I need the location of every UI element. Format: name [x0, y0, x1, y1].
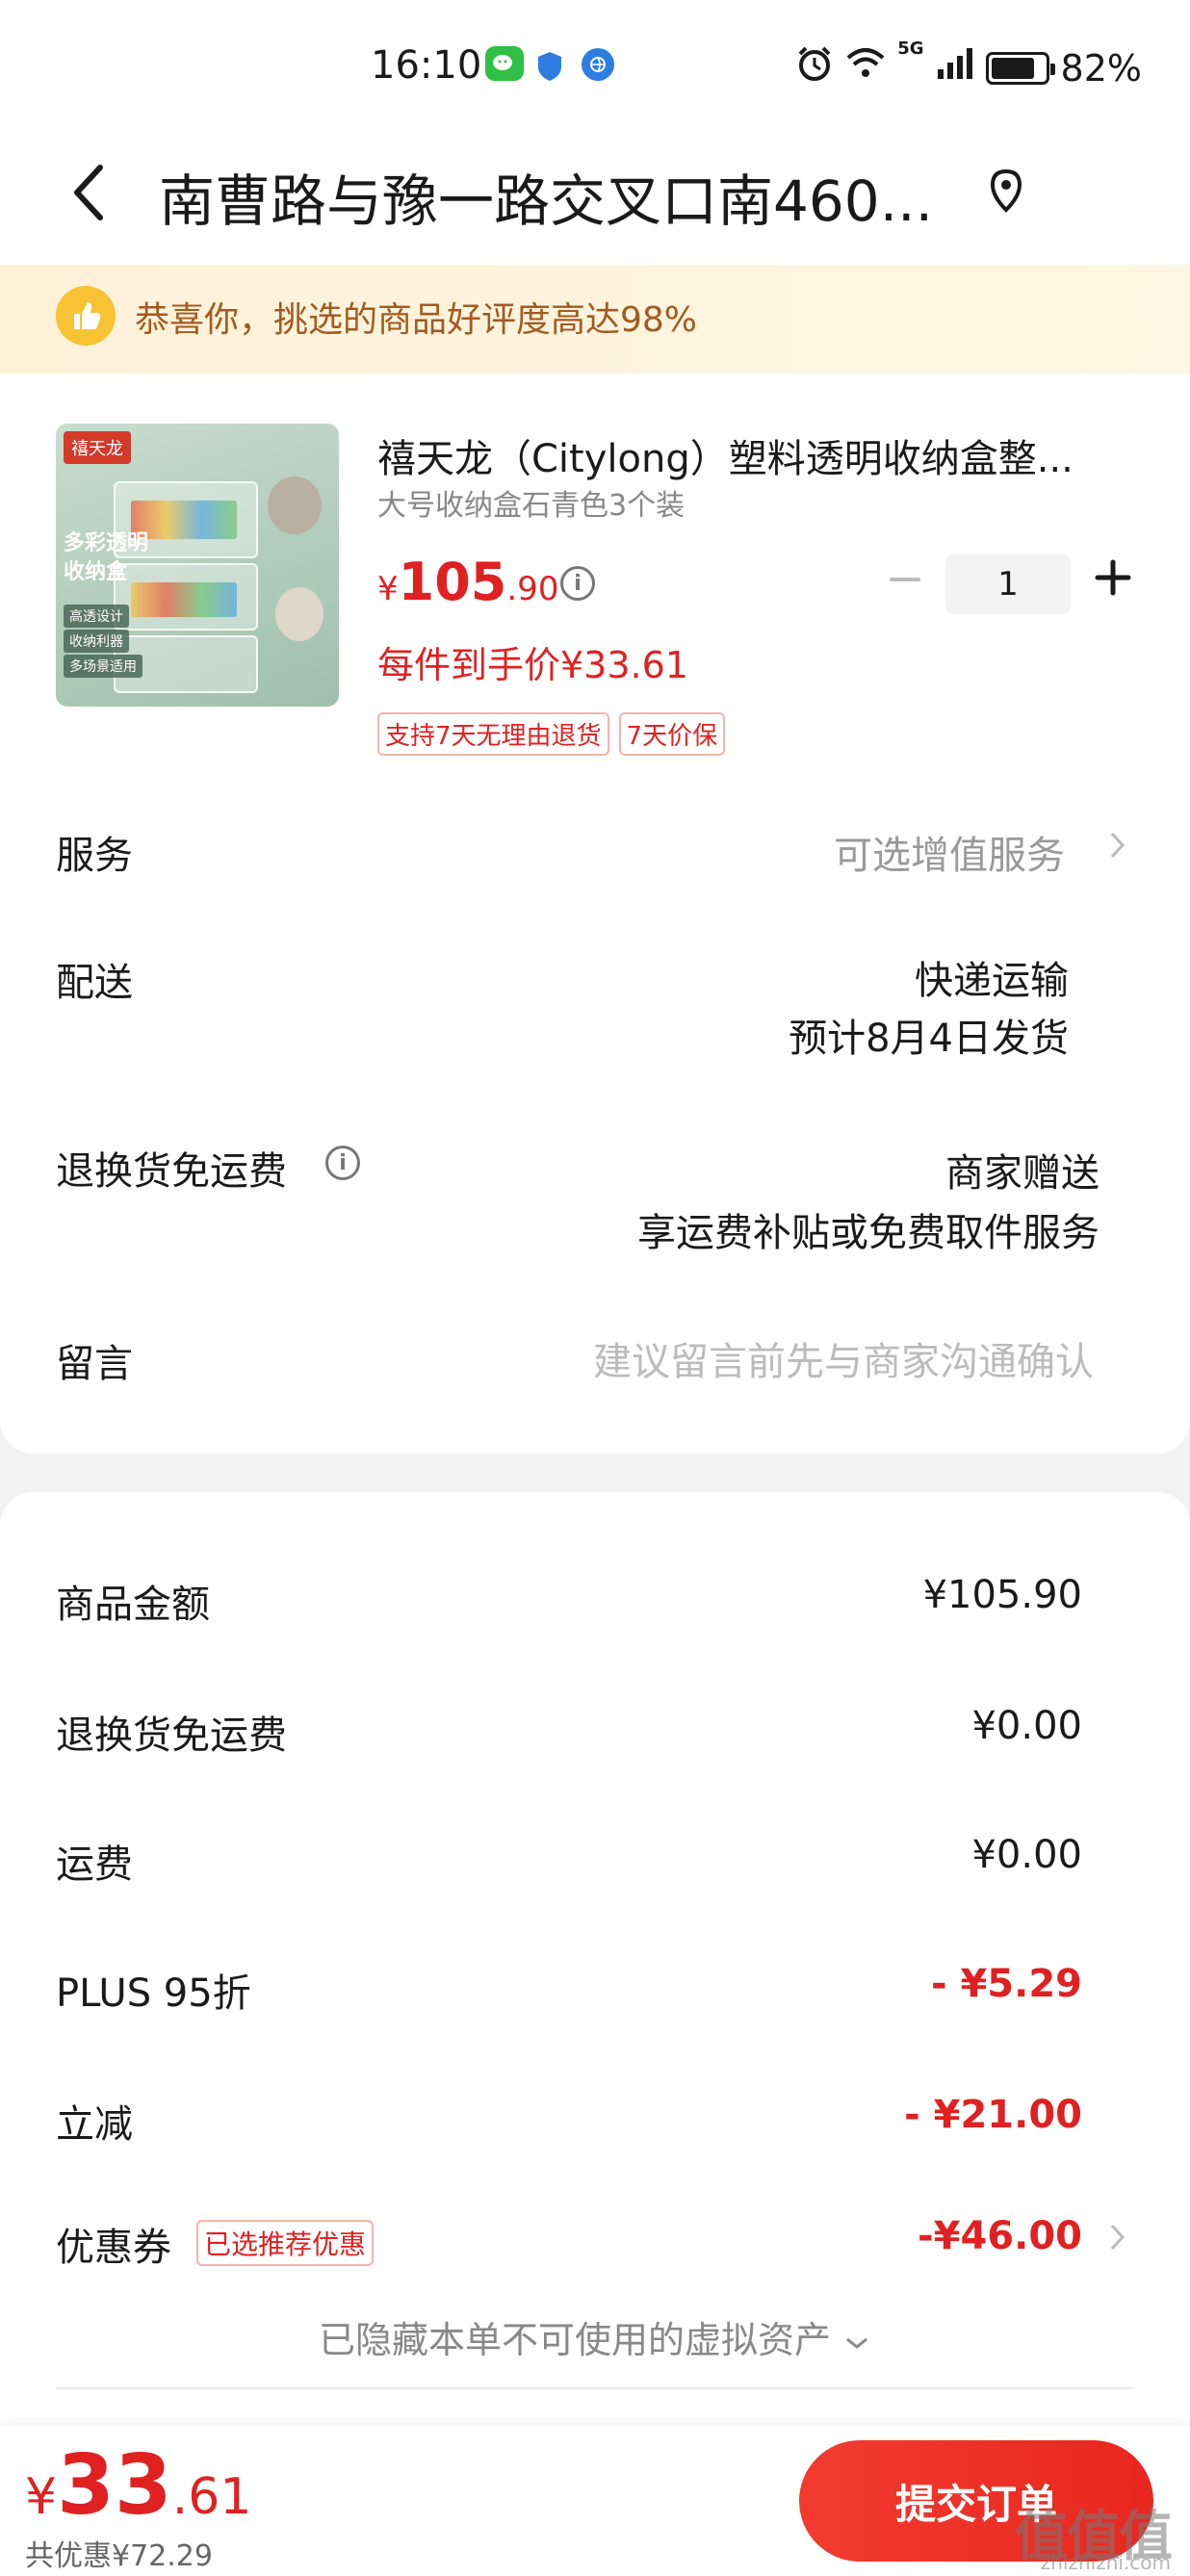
- quantity-plus-button[interactable]: [1092, 556, 1134, 599]
- image-plush-toy-top: [268, 477, 322, 534]
- banner-text: 恭喜你，挑选的商品好评度高达98%: [135, 300, 698, 340]
- product-tags: 支持7天无理由退货 7天价保: [377, 712, 726, 756]
- return-shipping-detail: 享运费补贴或免费取件服务: [637, 1211, 1099, 1255]
- total-saved: 共优惠¥72.29: [25, 2539, 213, 2573]
- image-title-line2: 收纳盒: [64, 560, 128, 584]
- back-arrow-icon[interactable]: [60, 154, 117, 231]
- product-price: ¥105.90: [377, 552, 558, 612]
- site-watermark-url: zhizhizhi.com: [1040, 2551, 1171, 2574]
- image-title-line1: 多彩透明: [64, 531, 149, 555]
- service-value[interactable]: 可选增值服务: [834, 824, 1065, 880]
- wifi-icon: [845, 46, 886, 90]
- shield-notification-icon: [535, 50, 564, 83]
- summary-value-return-shipping: ¥0.00: [971, 1704, 1082, 1748]
- service-label: 服务: [56, 834, 133, 878]
- alarm-icon: [795, 44, 834, 91]
- product-spec: 大号收纳盒石青色3个装: [377, 489, 686, 523]
- summary-label-shipping: 运费: [56, 1842, 133, 1887]
- price-currency: ¥: [377, 570, 399, 608]
- return-shipping-label: 退换货免运费: [56, 1149, 287, 1194]
- price-summary-card: 商品金额 ¥105.90 退换货免运费 ¥0.00 运费 ¥0.00 PLUS …: [0, 1492, 1190, 2576]
- battery-fill: [991, 57, 1034, 79]
- hidden-assets-toggle[interactable]: 已隐藏本单不可使用的虚拟资产: [0, 2310, 1190, 2363]
- summary-label-return-shipping: 退换货免运费: [56, 1713, 287, 1758]
- return-shipping-info-icon[interactable]: i: [325, 1146, 360, 1180]
- image-plush-toy-bottom: [275, 587, 323, 641]
- summary-divider: [56, 2387, 1134, 2389]
- total-price: ¥33.61: [25, 2437, 251, 2534]
- delivery-estimate: 预计8月4日发货: [789, 1017, 1069, 1061]
- summary-label-instant-discount: 立减: [56, 2102, 133, 2147]
- summary-value-instant-discount: - ¥21.00: [904, 2093, 1082, 2137]
- hidden-assets-text: 已隐藏本单不可使用的虚拟资产: [318, 2319, 831, 2361]
- return-shipping-value: 商家赠送: [945, 1151, 1099, 1196]
- price-decimal: .90: [506, 570, 559, 608]
- service-chevron-right-icon[interactable]: [1107, 828, 1128, 863]
- location-pin-icon[interactable]: [985, 166, 1027, 219]
- total-currency: ¥: [25, 2468, 58, 2526]
- product-name[interactable]: 禧天龙（Citylong）塑料透明收纳盒整...: [377, 427, 1109, 483]
- per-item-price: 每件到手价¥33.61: [377, 644, 688, 686]
- nav-bar: 南曹路与豫一路交叉口南460...: [0, 135, 1190, 265]
- battery-icon: [985, 51, 1055, 85]
- delivery-label: 配送: [56, 961, 133, 1005]
- quantity-minus-button[interactable]: [886, 560, 924, 599]
- coupon-chevron-right-icon[interactable]: [1107, 2220, 1128, 2254]
- signal-icon: [936, 46, 974, 90]
- image-brand-logo: 禧天龙: [64, 431, 131, 464]
- browser-notification-icon: [582, 48, 614, 81]
- summary-value-coupon[interactable]: -¥46.00: [918, 2214, 1082, 2258]
- battery-percent: 82%: [1060, 46, 1142, 90]
- total-integer: 33: [57, 2437, 172, 2534]
- status-time: 16:10: [371, 43, 482, 88]
- delivery-address-title[interactable]: 南曹路与豫一路交叉口南460...: [159, 156, 977, 237]
- summary-label-goods: 商品金额: [56, 1583, 210, 1627]
- summary-value-shipping: ¥0.00: [971, 1833, 1082, 1877]
- order-details-card: 禧天龙 多彩透明 收纳盒 高透设计 收纳利器 多场景适用 禧天龙（Citylon…: [0, 374, 1190, 1454]
- delivery-method[interactable]: 快递运输: [915, 949, 1069, 1005]
- image-title: 多彩透明 收纳盒: [64, 529, 148, 587]
- coupon-recommended-tag: 已选推荐优惠: [196, 2220, 375, 2266]
- product-tag-return: 支持7天无理由退货: [377, 712, 609, 756]
- praise-banner: 恭喜你，挑选的商品好评度高达98%: [0, 265, 1190, 374]
- message-input[interactable]: 建议留言前先与商家沟通确认: [593, 1330, 1094, 1386]
- image-tag-1: 高透设计: [64, 605, 129, 628]
- image-tag-2: 收纳利器: [64, 630, 129, 653]
- summary-label-plus-discount: PLUS 95折: [56, 1971, 251, 2016]
- message-label: 留言: [56, 1342, 133, 1386]
- chevron-down-icon: [842, 2319, 871, 2361]
- checkout-bar: ¥33.61 共优惠¥72.29 提交订单 值值值 zhizhizhi.com: [0, 2426, 1190, 2576]
- thumbs-up-icon: [56, 286, 116, 346]
- summary-value-plus-discount: - ¥5.29: [930, 1962, 1082, 2006]
- summary-value-goods: ¥105.90: [922, 1573, 1082, 1617]
- status-right-group: 5G 82%: [795, 39, 1142, 91]
- image-tag-3: 多场景适用: [64, 655, 142, 678]
- quantity-input[interactable]: 1: [945, 554, 1071, 614]
- image-toys-middle: [131, 582, 237, 617]
- status-bar: 16:10 5G 82%: [0, 0, 1190, 135]
- total-decimal: .61: [171, 2468, 252, 2526]
- product-tag-price-protect: 7天价保: [618, 712, 726, 756]
- price-info-icon[interactable]: i: [560, 566, 595, 601]
- price-integer: 105: [398, 552, 507, 612]
- network-type: 5G: [897, 39, 924, 59]
- summary-label-coupon: 优惠券: [56, 2226, 171, 2270]
- product-image[interactable]: 禧天龙 多彩透明 收纳盒 高透设计 收纳利器 多场景适用: [56, 424, 339, 707]
- wechat-notification-icon: [485, 46, 524, 81]
